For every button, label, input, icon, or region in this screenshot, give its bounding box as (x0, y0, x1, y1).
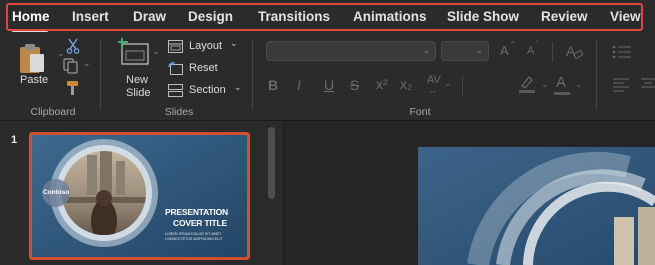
align-left-icon[interactable] (612, 78, 630, 92)
font-size-chevron-icon: ⌄ (475, 45, 483, 55)
reset-button[interactable]: Reset (168, 61, 228, 77)
new-slide-label-line2: Slide (126, 87, 151, 99)
subscript-button[interactable]: x₂ (400, 76, 412, 92)
ribbon-tab-bar: Home Insert Draw Design Transitions Anim… (0, 0, 655, 36)
thumbnail-title-line2: COVER TITLE (173, 218, 227, 228)
ribbon-separator (596, 40, 597, 110)
slide-thumbnail-1[interactable]: Contoso PRESENTATION COVER TITLE LOREM I… (29, 132, 250, 260)
layout-icon (168, 40, 183, 53)
layout-chevron-icon: ⌄ (230, 38, 238, 48)
ribbon-separator (462, 76, 463, 96)
ribbon-separator (552, 42, 553, 62)
underline-button[interactable]: U (324, 77, 334, 93)
new-slide-label-line1: New (126, 74, 149, 86)
thumbnail-logo-text: Contoso (43, 189, 70, 196)
reset-icon (168, 62, 183, 75)
highlight-chevron-icon[interactable]: ⌄ (541, 79, 549, 90)
italic-button[interactable]: I (297, 77, 301, 93)
scissors-icon (66, 38, 80, 54)
slides-group-label: Slides (164, 106, 194, 118)
section-button[interactable]: Section ⌄ (168, 82, 244, 99)
shrink-font-caret-icon: ˇ (536, 40, 539, 49)
layout-label: Layout (189, 40, 223, 52)
bold-button[interactable]: B (268, 77, 278, 93)
clipboard-group-label: Clipboard (30, 106, 76, 118)
home-ribbon: Paste ⌄ ⌄ Clipboard ⌄ New Slide Layout ⌄… (0, 36, 655, 121)
character-spacing-chevron-icon: ⌄ (444, 78, 452, 88)
superscript-button[interactable]: x² (376, 76, 388, 92)
new-slide-icon (118, 38, 149, 65)
section-label: Section (189, 84, 226, 96)
new-slide-chevron-icon[interactable]: ⌄ (152, 46, 160, 57)
bullets-icon[interactable] (612, 45, 632, 59)
thumbnail-scrollbar[interactable] (268, 127, 275, 199)
font-color-swatch (554, 92, 570, 95)
thumbnail-subtitle-line1: LOREM IPSUM DOLOR SIT AMET (165, 232, 222, 236)
character-spacing-arrows-icon: ↔ (428, 85, 437, 95)
format-painter-button[interactable] (66, 80, 80, 101)
paste-button[interactable] (16, 42, 46, 78)
align-center-icon[interactable] (640, 78, 655, 92)
layout-button[interactable]: Layout ⌄ (168, 38, 240, 55)
grow-font-caret-icon: ^ (511, 40, 515, 49)
copy-chevron-icon[interactable]: ⌄ (83, 58, 91, 69)
font-color-chevron-icon[interactable]: ⌄ (575, 79, 583, 90)
slide-number: 1 (11, 134, 18, 146)
copy-button[interactable]: ⌄ (63, 58, 91, 79)
cut-button[interactable] (66, 38, 80, 59)
paste-label: Paste (20, 74, 49, 86)
font-color-button[interactable]: A (556, 74, 566, 91)
font-group-label: Font (409, 106, 431, 118)
font-name-chevron-icon: ⌄ (422, 45, 430, 55)
font-size-combobox[interactable]: ⌄ (441, 41, 489, 61)
new-slide-button[interactable] (118, 38, 154, 70)
clipboard-icon (20, 44, 44, 73)
main-slide-artwork (418, 147, 655, 265)
thumbnail-title-line1: PRESENTATION (165, 207, 228, 217)
grow-font-button[interactable]: A (500, 43, 509, 58)
shrink-font-button[interactable]: A (527, 45, 534, 57)
reset-label: Reset (189, 62, 218, 74)
format-painter-icon (67, 81, 78, 95)
tab-bar-highlight-box (6, 3, 643, 31)
clear-formatting-icon[interactable]: A (565, 43, 583, 60)
section-icon (168, 84, 183, 97)
highlighter-icon[interactable] (518, 74, 536, 94)
copy-icon (63, 58, 78, 74)
ribbon-separator (100, 40, 101, 110)
main-slide[interactable] (418, 147, 655, 265)
font-name-combobox[interactable]: ⌄ (266, 41, 436, 61)
ribbon-separator (252, 40, 253, 110)
thumbnail-subtitle-line2: CONSECTETUR ADIPISCING ELIT (165, 237, 223, 241)
strikethrough-button[interactable]: S (350, 77, 359, 93)
section-chevron-icon: ⌄ (234, 82, 242, 92)
